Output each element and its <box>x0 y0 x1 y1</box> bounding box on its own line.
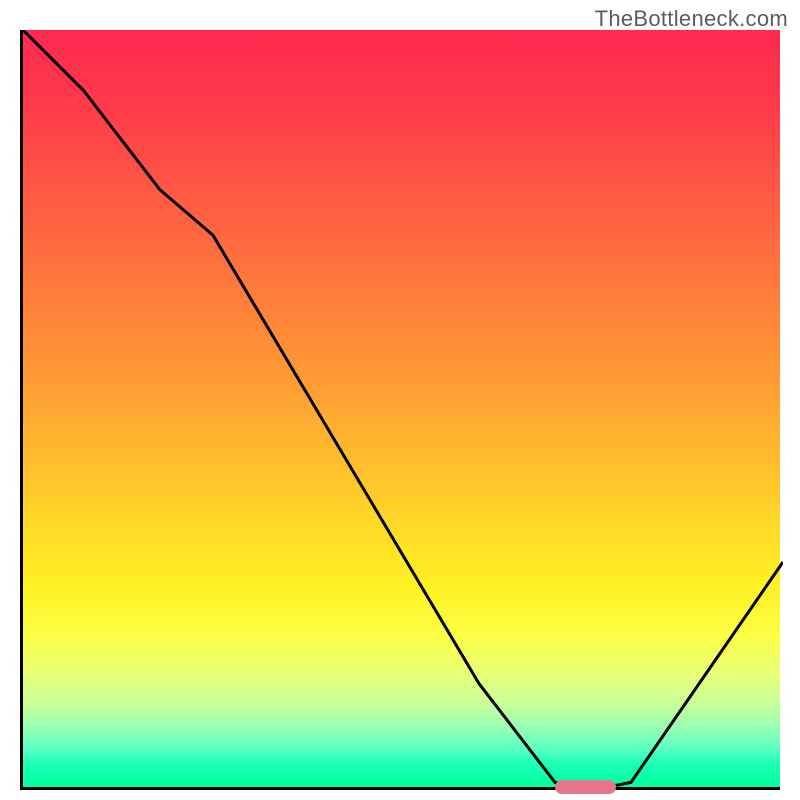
optimal-range-marker <box>555 780 616 794</box>
chart-plot-area <box>20 30 780 790</box>
chart-background-gradient <box>23 30 780 787</box>
watermark-text: TheBottleneck.com <box>595 6 788 32</box>
